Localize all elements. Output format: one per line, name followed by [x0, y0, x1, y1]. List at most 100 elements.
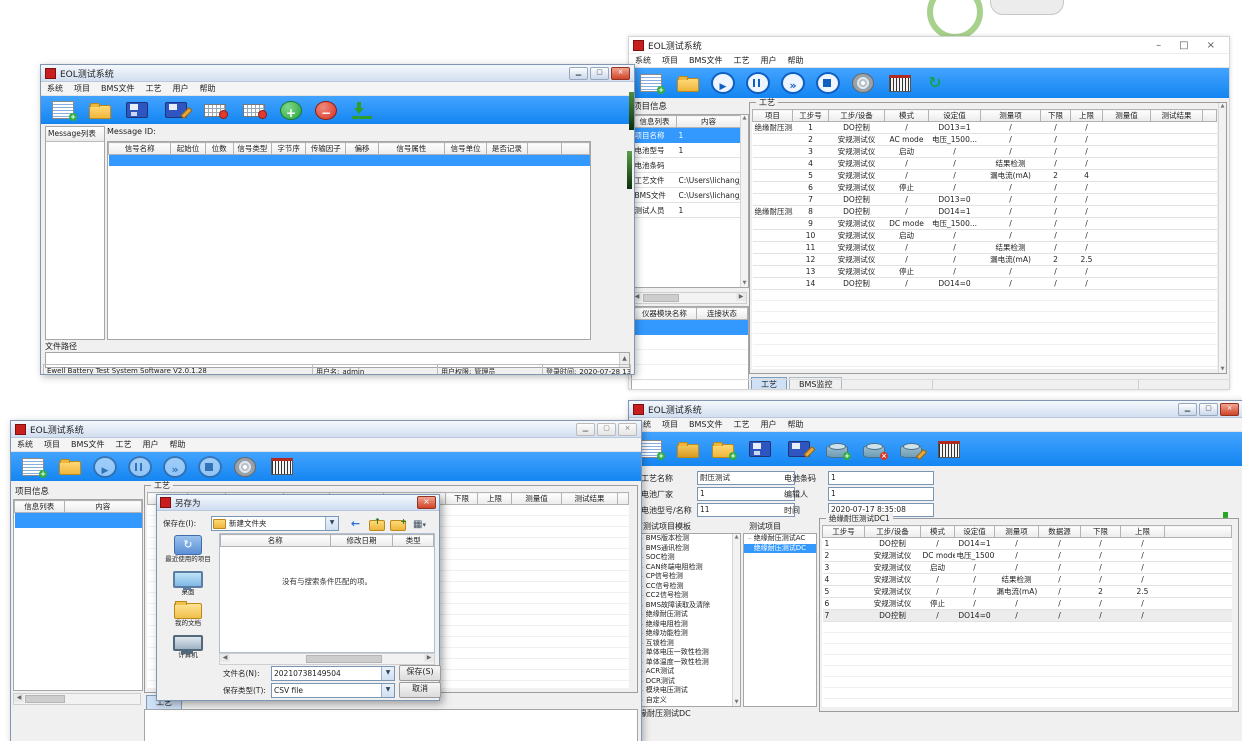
barcode-icon[interactable]	[271, 458, 293, 475]
dialog-close-button[interactable]: ×	[417, 496, 436, 509]
column-header[interactable]: 连接状态	[696, 308, 747, 320]
column-header[interactable]: 测量值	[512, 493, 562, 505]
place-documents[interactable]: 我的文档	[161, 603, 215, 628]
chevron-down-icon[interactable]: ▼	[381, 684, 394, 697]
titlebar[interactable]: EOL测试系统 ▁ ▢ ×	[11, 421, 641, 438]
table-row[interactable]: 12安规测试仪//漏电流(mA)22.5	[753, 254, 1217, 266]
db-remove-icon[interactable]	[863, 445, 885, 458]
menu-用户[interactable]: 用户	[760, 419, 776, 430]
grid-add-icon[interactable]	[243, 104, 265, 117]
column-header[interactable]: 信号属性	[378, 143, 444, 155]
folder-open-icon[interactable]	[677, 444, 699, 458]
menu-工艺[interactable]: 工艺	[115, 439, 131, 450]
minus-circle-icon[interactable]	[315, 101, 337, 120]
menu-BMS文件[interactable]: BMS文件	[71, 439, 104, 450]
table-row[interactable]: 电池条码	[633, 158, 741, 173]
table-row[interactable]: 1DO控制/DO14=1////	[823, 538, 1232, 550]
table-row[interactable]: 2安规测试仪AC mode电压_1500...///	[753, 134, 1217, 146]
column-header[interactable]: 工步/设备	[829, 110, 885, 122]
refresh-icon[interactable]	[925, 73, 945, 93]
column-header[interactable]: 上限	[1071, 110, 1103, 122]
vertical-scrollbar[interactable]	[732, 534, 740, 706]
new-folder-icon[interactable]	[390, 520, 406, 531]
column-header[interactable]	[1203, 110, 1217, 122]
list-item[interactable]: SOC检测	[636, 553, 740, 563]
table-row[interactable]: 4安规测试仪//结果检测///	[823, 574, 1232, 586]
table-row[interactable]: 6安规测试仪停止/////	[823, 598, 1232, 610]
table-row[interactable]: 测试人员1	[633, 203, 741, 218]
table-row[interactable]: 3安规测试仪启动////	[753, 146, 1217, 158]
table-row[interactable]	[109, 155, 590, 166]
list-item[interactable]: CC信号检测	[636, 582, 740, 592]
column-header[interactable]: 设定值	[929, 110, 981, 122]
new-doc-icon[interactable]	[640, 74, 662, 92]
battery-vendor-input[interactable]: 1	[697, 487, 795, 501]
stop-icon[interactable]	[816, 72, 840, 94]
chevron-down-icon[interactable]: ▼	[325, 517, 338, 530]
column-header[interactable]: 仪器模块名称	[633, 308, 697, 320]
list-item[interactable]: 互锁检测	[636, 639, 740, 649]
column-header[interactable]: 测量项	[995, 526, 1039, 538]
grid-add-icon[interactable]	[204, 104, 226, 117]
column-header[interactable]: 类型	[393, 535, 434, 547]
menu-项目[interactable]: 项目	[44, 439, 60, 450]
table-row[interactable]: 7DO控制/DO14=0////	[823, 610, 1232, 622]
save-button[interactable]: 保存(S)	[399, 665, 441, 681]
play-icon[interactable]	[711, 72, 735, 94]
list-item[interactable]: 单体温度一致性检测	[636, 658, 740, 668]
column-header[interactable]	[561, 143, 589, 155]
column-header[interactable]: 位数	[205, 143, 233, 155]
titlebar[interactable]: EOL测试系统 – □ ×	[629, 37, 1229, 54]
column-header[interactable]: 测量值	[1103, 110, 1151, 122]
play-icon[interactable]	[93, 456, 117, 478]
maximize-button[interactable]: ▢	[1199, 403, 1218, 416]
table-row[interactable]: 2安规测试仪DC mode电压_1500v;漏...////	[823, 550, 1232, 562]
scroll-right-icon[interactable]: ▶	[736, 293, 746, 301]
list-item[interactable]: CC2信号检测	[636, 591, 740, 601]
process-name-input[interactable]: 耐压测试	[697, 471, 795, 485]
disc-icon[interactable]	[234, 457, 256, 477]
list-item[interactable]: 绝缘耐压测试DC	[744, 544, 816, 554]
column-header[interactable]: 是否记录	[487, 143, 527, 155]
table-row[interactable]: 5安规测试仪//漏电流(mA)/22.5	[823, 586, 1232, 598]
message-list-panel[interactable]: Message列表	[45, 126, 105, 340]
menu-工艺[interactable]: 工艺	[733, 419, 749, 430]
cancel-button[interactable]: 取消	[399, 682, 441, 698]
list-item[interactable]: 绝缘耐压测试	[636, 610, 740, 620]
column-header[interactable]: 数据源	[1039, 526, 1081, 538]
scroll-thumb[interactable]	[643, 294, 679, 302]
vertical-scrollbar[interactable]	[740, 115, 748, 287]
column-header[interactable]: 信号类型	[233, 143, 271, 155]
barcode-icon[interactable]	[938, 441, 960, 458]
column-header[interactable]	[618, 493, 629, 505]
list-item[interactable]: CP信号检测	[636, 572, 740, 582]
menu-帮助[interactable]: 帮助	[787, 419, 803, 430]
list-item[interactable]: BMS版本检测	[636, 534, 740, 544]
folder-icon[interactable]	[89, 105, 111, 119]
scroll-left-icon[interactable]: ◀	[14, 694, 24, 702]
up-folder-icon[interactable]	[369, 520, 385, 531]
list-item[interactable]: 模块电压测试	[636, 686, 740, 696]
list-item[interactable]: 自定义	[636, 696, 740, 706]
menu-BMS文件[interactable]: BMS文件	[689, 55, 722, 66]
column-header[interactable]: 传输因子	[306, 143, 346, 155]
column-header[interactable]: 内容	[64, 501, 142, 513]
folder-icon[interactable]	[59, 461, 81, 475]
horizontal-scrollbar[interactable]: ◀	[13, 693, 141, 705]
maximize-button[interactable]: ▢	[590, 67, 609, 80]
menu-项目[interactable]: 项目	[662, 419, 678, 430]
disc-icon[interactable]	[852, 73, 874, 93]
column-header[interactable]: 模式	[885, 110, 929, 122]
pause-icon[interactable]	[128, 456, 152, 478]
column-header[interactable]: 修改日期	[330, 535, 393, 547]
menu-帮助[interactable]: 帮助	[787, 55, 803, 66]
column-header[interactable]: 测试结果	[562, 493, 618, 505]
vertical-scrollbar[interactable]	[1218, 103, 1226, 373]
save-edit-icon[interactable]	[165, 102, 187, 118]
table-row[interactable]: 14DO控制/DO14=0///	[753, 278, 1217, 290]
filetype-select[interactable]: CSV file ▼	[271, 683, 395, 698]
scroll-left-icon[interactable]: ◀	[220, 654, 230, 662]
save-icon[interactable]	[749, 441, 771, 457]
editor-input[interactable]: 1	[828, 487, 934, 501]
battery-model-input[interactable]: 11	[697, 503, 795, 517]
